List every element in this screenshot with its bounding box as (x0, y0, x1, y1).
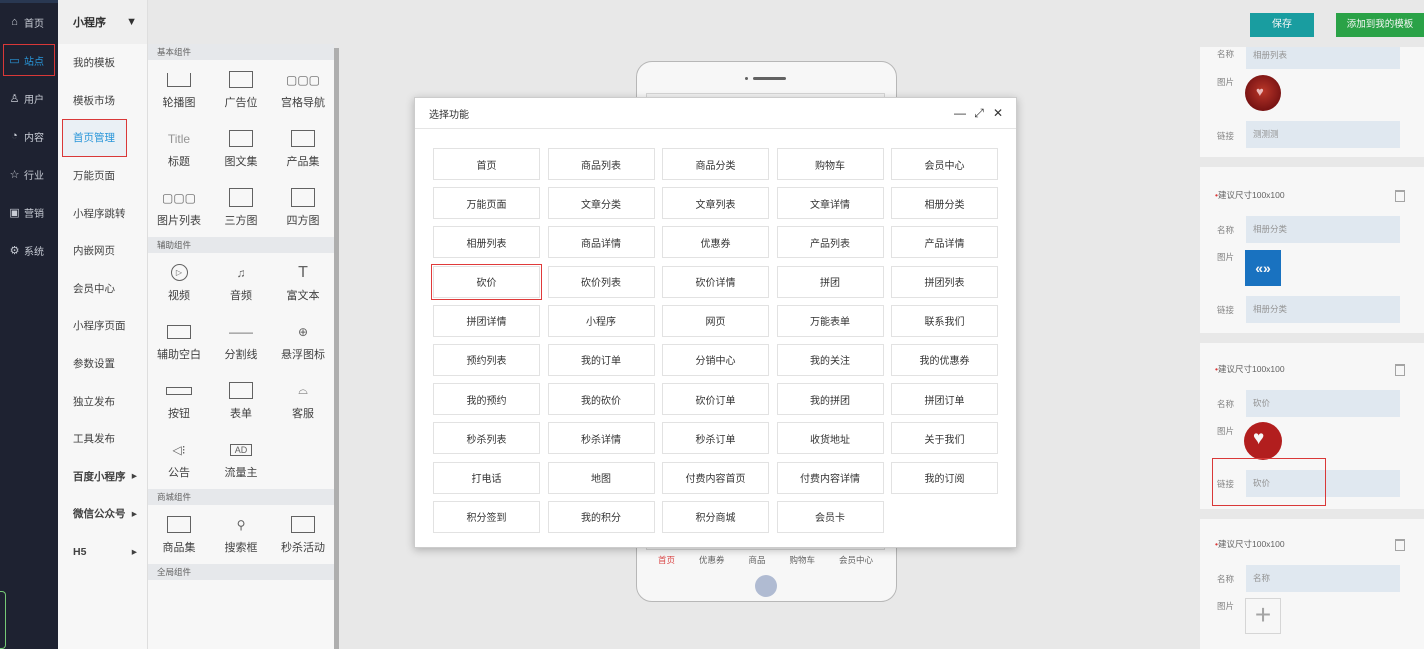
function-option[interactable]: 商品分类 (662, 148, 769, 180)
function-option[interactable]: 预约列表 (433, 343, 540, 376)
function-option[interactable]: 秒杀列表 (433, 422, 540, 455)
function-option[interactable]: 我的拼团 (776, 383, 884, 416)
function-option[interactable]: 砍价详情 (662, 265, 769, 298)
function-option[interactable]: 我的砍价 (547, 383, 655, 416)
function-option[interactable]: 秒杀订单 (662, 422, 769, 455)
function-option[interactable]: 秒杀详情 (547, 422, 655, 455)
minimize-icon[interactable]: — (954, 107, 966, 119)
function-option[interactable]: 联系我们 (891, 304, 998, 337)
function-option[interactable]: 相册分类 (891, 187, 998, 220)
function-option[interactable]: 拼团 (776, 265, 884, 298)
function-option[interactable]: 关于我们 (891, 422, 998, 455)
function-option[interactable]: 我的优惠券 (891, 343, 998, 376)
function-option[interactable]: 优惠券 (662, 226, 769, 259)
function-option[interactable]: 收货地址 (776, 422, 884, 455)
function-option[interactable]: 相册列表 (433, 226, 540, 259)
function-option[interactable]: 商品列表 (547, 148, 655, 180)
function-option[interactable]: 我的订阅 (891, 461, 998, 494)
function-option[interactable]: 砍价订单 (662, 383, 769, 416)
function-option[interactable]: 积分商城 (662, 500, 769, 533)
function-option[interactable]: 我的预约 (433, 383, 540, 416)
function-option[interactable]: 产品列表 (776, 226, 884, 259)
function-grid: 首页 商品列表 商品分类 购物车 会员中心万能页面 文章分类 文章列表 文章详情 相册分类相册列… (431, 148, 998, 533)
function-option[interactable]: 付费内容详情 (776, 461, 884, 494)
function-option[interactable]: 购物车 (776, 148, 884, 180)
function-option[interactable]: 商品详情 (547, 226, 655, 259)
function-option[interactable]: 网页 (662, 304, 769, 337)
close-icon[interactable]: ✕ (992, 107, 1004, 119)
maximize-icon[interactable]: ⤢ (973, 107, 985, 119)
dialog-title: 选择功能 (429, 109, 469, 121)
function-option[interactable]: 地图 (547, 461, 655, 494)
function-option[interactable]: 打电话 (433, 461, 540, 494)
function-option[interactable]: 砍价 (431, 263, 542, 300)
function-option[interactable]: 万能页面 (433, 187, 540, 220)
function-option[interactable]: 分销中心 (662, 343, 769, 376)
function-option[interactable]: 我的积分 (547, 500, 655, 533)
function-option[interactable]: 付费内容首页 (662, 461, 769, 494)
function-option[interactable]: 拼团列表 (891, 265, 998, 298)
select-function-dialog: 选择功能 — ⤢ ✕ 首页 商品列表 商品分类 购物车 会员中心万能页面 文章分类 文章列表… (414, 97, 1017, 548)
function-option[interactable]: 积分签到 (433, 500, 540, 533)
function-option[interactable]: 产品详情 (891, 226, 998, 259)
function-option[interactable]: 文章列表 (662, 187, 769, 220)
function-option[interactable]: 文章分类 (547, 187, 655, 220)
dialog-header: 选择功能 — ⤢ ✕ (415, 98, 1016, 129)
function-option[interactable]: 万能表单 (776, 304, 884, 337)
function-option[interactable]: 拼团详情 (433, 304, 540, 337)
function-option[interactable]: 会员卡 (776, 500, 884, 533)
function-option[interactable]: 会员中心 (891, 148, 998, 180)
function-option[interactable]: 我的关注 (776, 343, 884, 376)
function-option[interactable]: 首页 (433, 148, 540, 180)
function-option[interactable]: 拼团订单 (891, 383, 998, 416)
function-option[interactable]: 文章详情 (776, 187, 884, 220)
function-option[interactable]: 我的订单 (547, 343, 655, 376)
function-option[interactable]: 砍价列表 (547, 265, 655, 298)
function-option[interactable]: 小程序 (547, 304, 655, 337)
